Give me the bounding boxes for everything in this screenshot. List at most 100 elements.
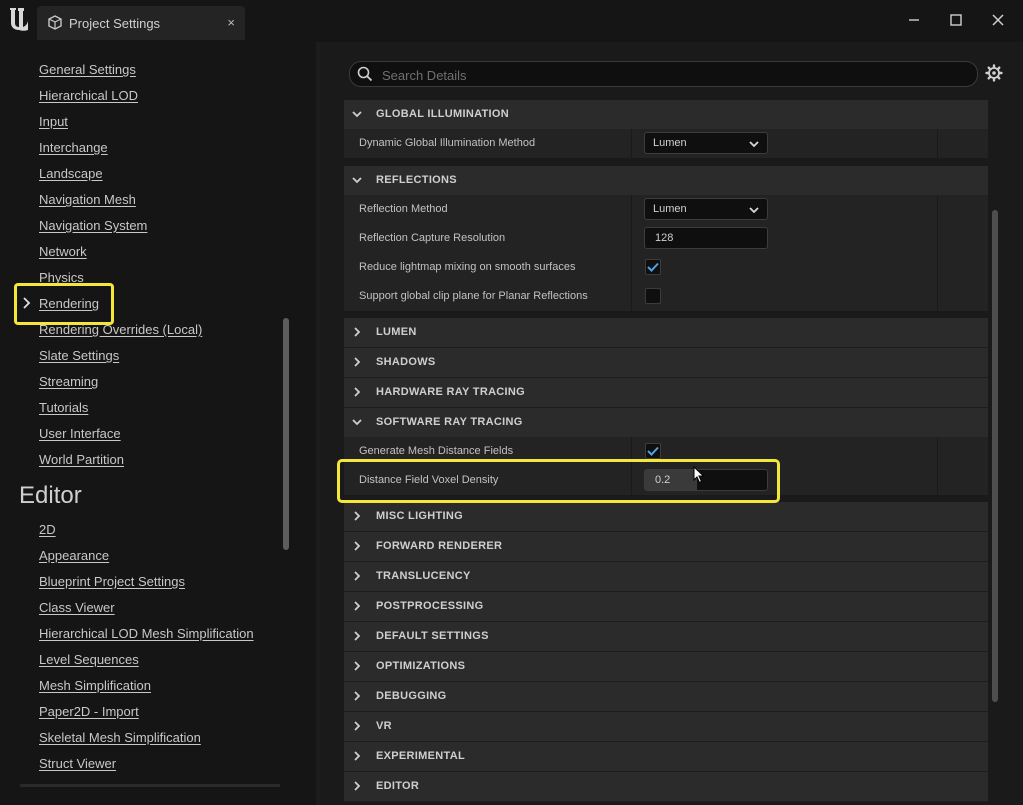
category-label: LUMEN	[376, 326, 417, 338]
category-label: DEBUGGING	[376, 690, 447, 702]
chevron-down-icon	[352, 419, 362, 426]
search-input[interactable]	[380, 65, 964, 85]
details-list: GLOBAL ILLUMINATION Dynamic Global Illum…	[344, 100, 988, 805]
category-label: SOFTWARE RAY TRACING	[376, 416, 523, 428]
sidebar-item-interchange[interactable]: Interchange	[39, 140, 108, 155]
sidebar-item-paper2d-import[interactable]: Paper2D - Import	[39, 704, 139, 719]
chevron-right-icon	[354, 541, 361, 551]
settings-cube-icon	[48, 15, 62, 30]
category-vr[interactable]: VR	[344, 712, 988, 742]
details-scrollbar[interactable]	[992, 210, 998, 702]
category-editor[interactable]: EDITOR	[344, 772, 988, 802]
category-label: GLOBAL ILLUMINATION	[376, 108, 510, 120]
category-lumen[interactable]: LUMEN	[344, 318, 988, 348]
global-clip-plane-checkbox[interactable]	[645, 288, 661, 304]
sidebar-item-appearance[interactable]: Appearance	[39, 548, 109, 563]
generate-mesh-distance-fields-checkbox[interactable]	[645, 443, 661, 459]
editor-section-heading: Editor	[19, 482, 82, 509]
sidebar-item-2d[interactable]: 2D	[39, 522, 56, 537]
chevron-down-icon	[352, 177, 362, 184]
category-optimizations[interactable]: OPTIMIZATIONS	[344, 652, 988, 682]
sidebar-item-navigation-system[interactable]: Navigation System	[39, 218, 147, 233]
chevron-right-icon	[354, 601, 361, 611]
category-label: OPTIMIZATIONS	[376, 660, 466, 672]
sidebar-item-user-interface[interactable]: User Interface	[39, 426, 121, 441]
sidebar-item-hlod-mesh-simplification[interactable]: Hierarchical LOD Mesh Simplification	[39, 626, 254, 641]
reflection-method-dropdown[interactable]: Lumen	[644, 198, 768, 220]
category-debugging[interactable]: DEBUGGING	[344, 682, 988, 712]
chevron-right-icon	[354, 661, 361, 671]
category-experimental[interactable]: EXPERIMENTAL	[344, 742, 988, 772]
dropdown-value: Lumen	[653, 203, 687, 215]
sidebar-item-slate-settings[interactable]: Slate Settings	[39, 348, 119, 363]
chevron-right-icon	[354, 511, 361, 521]
category-label: FORWARD RENDERER	[376, 540, 503, 552]
sidebar-item-navigation-mesh[interactable]: Navigation Mesh	[39, 192, 136, 207]
sidebar-item-general-settings[interactable]: General Settings	[39, 62, 136, 77]
minimize-icon[interactable]	[904, 10, 924, 30]
maximize-icon[interactable]	[946, 10, 966, 30]
sidebar-item-input[interactable]: Input	[39, 114, 68, 129]
tab-close-icon[interactable]: ×	[227, 15, 235, 30]
chevron-right-icon	[354, 751, 361, 761]
category-label: SHADOWS	[376, 356, 436, 368]
chevron-down-icon	[352, 111, 362, 118]
capture-resolution-field[interactable]: 128	[644, 227, 768, 249]
property-label: Dynamic Global Illumination Method	[359, 137, 536, 149]
reduce-lightmap-mixing-checkbox[interactable]	[645, 259, 661, 275]
category-label: VR	[376, 720, 392, 732]
voxel-density-highlight-box	[337, 459, 780, 503]
tab-title: Project Settings	[69, 16, 161, 31]
search-icon	[357, 66, 373, 82]
chevron-right-icon	[354, 781, 361, 791]
sidebar-item-struct-viewer[interactable]: Struct Viewer	[39, 756, 116, 771]
checkmark-icon	[647, 262, 659, 272]
project-settings-tab[interactable]: Project Settings ×	[37, 6, 245, 40]
title-bar: Project Settings ×	[0, 0, 1023, 42]
category-label: DEFAULT SETTINGS	[376, 630, 489, 642]
category-forward-renderer[interactable]: FORWARD RENDERER	[344, 532, 988, 562]
gear-icon[interactable]	[985, 64, 1003, 82]
category-hardware-ray-tracing[interactable]: HARDWARE RAY TRACING	[344, 378, 988, 408]
search-box[interactable]	[349, 61, 978, 87]
chevron-right-icon	[354, 631, 361, 641]
sidebar-item-blueprint-project-settings[interactable]: Blueprint Project Settings	[39, 574, 185, 589]
sidebar-item-tutorials[interactable]: Tutorials	[39, 400, 88, 415]
sidebar-item-landscape[interactable]: Landscape	[39, 166, 103, 181]
category-label: EXPERIMENTAL	[376, 750, 465, 762]
property-label: Reflection Capture Resolution	[359, 232, 506, 244]
dynamic-gi-method-dropdown[interactable]: Lumen	[644, 132, 768, 154]
category-label: MISC LIGHTING	[376, 510, 464, 522]
sidebar-item-skeletal-mesh-simplification[interactable]: Skeletal Mesh Simplification	[39, 730, 201, 745]
sidebar-item-mesh-simplification[interactable]: Mesh Simplification	[39, 678, 151, 693]
category-postprocessing[interactable]: POSTPROCESSING	[344, 592, 988, 622]
mouse-cursor-icon	[693, 466, 705, 484]
property-label: Generate Mesh Distance Fields	[359, 445, 514, 457]
chevron-down-icon	[749, 207, 759, 214]
category-shadows[interactable]: SHADOWS	[344, 348, 988, 378]
property-row: Dynamic Global Illumination Method Lumen	[344, 129, 988, 159]
chevron-right-icon	[354, 721, 361, 731]
category-global-illumination[interactable]: GLOBAL ILLUMINATION	[344, 100, 988, 130]
category-translucency[interactable]: TRANSLUCENCY	[344, 562, 988, 592]
chevron-down-icon	[749, 141, 759, 148]
close-window-icon[interactable]	[988, 10, 1008, 30]
category-software-ray-tracing[interactable]: SOFTWARE RAY TRACING	[344, 408, 988, 438]
category-default-settings[interactable]: DEFAULT SETTINGS	[344, 622, 988, 652]
chevron-right-icon	[354, 327, 361, 337]
sidebar-item-hierarchical-lod[interactable]: Hierarchical LOD	[39, 88, 138, 103]
sidebar-item-class-viewer[interactable]: Class Viewer	[39, 600, 115, 615]
chevron-right-icon	[354, 691, 361, 701]
sidebar-item-world-partition[interactable]: World Partition	[39, 452, 124, 467]
sidebar-item-network[interactable]: Network	[39, 244, 87, 259]
category-reflections[interactable]: REFLECTIONS	[344, 166, 988, 196]
sidebar-item-streaming[interactable]: Streaming	[39, 374, 98, 389]
category-label: EDITOR	[376, 780, 420, 792]
sidebar-item-level-sequences[interactable]: Level Sequences	[39, 652, 139, 667]
sidebar-scrollbar[interactable]	[283, 318, 289, 550]
category-misc-lighting[interactable]: MISC LIGHTING	[344, 502, 988, 532]
field-value: 128	[655, 232, 674, 244]
checkmark-icon	[647, 446, 659, 456]
property-row: Reflection Method Lumen	[344, 195, 988, 225]
chevron-right-icon	[354, 571, 361, 581]
